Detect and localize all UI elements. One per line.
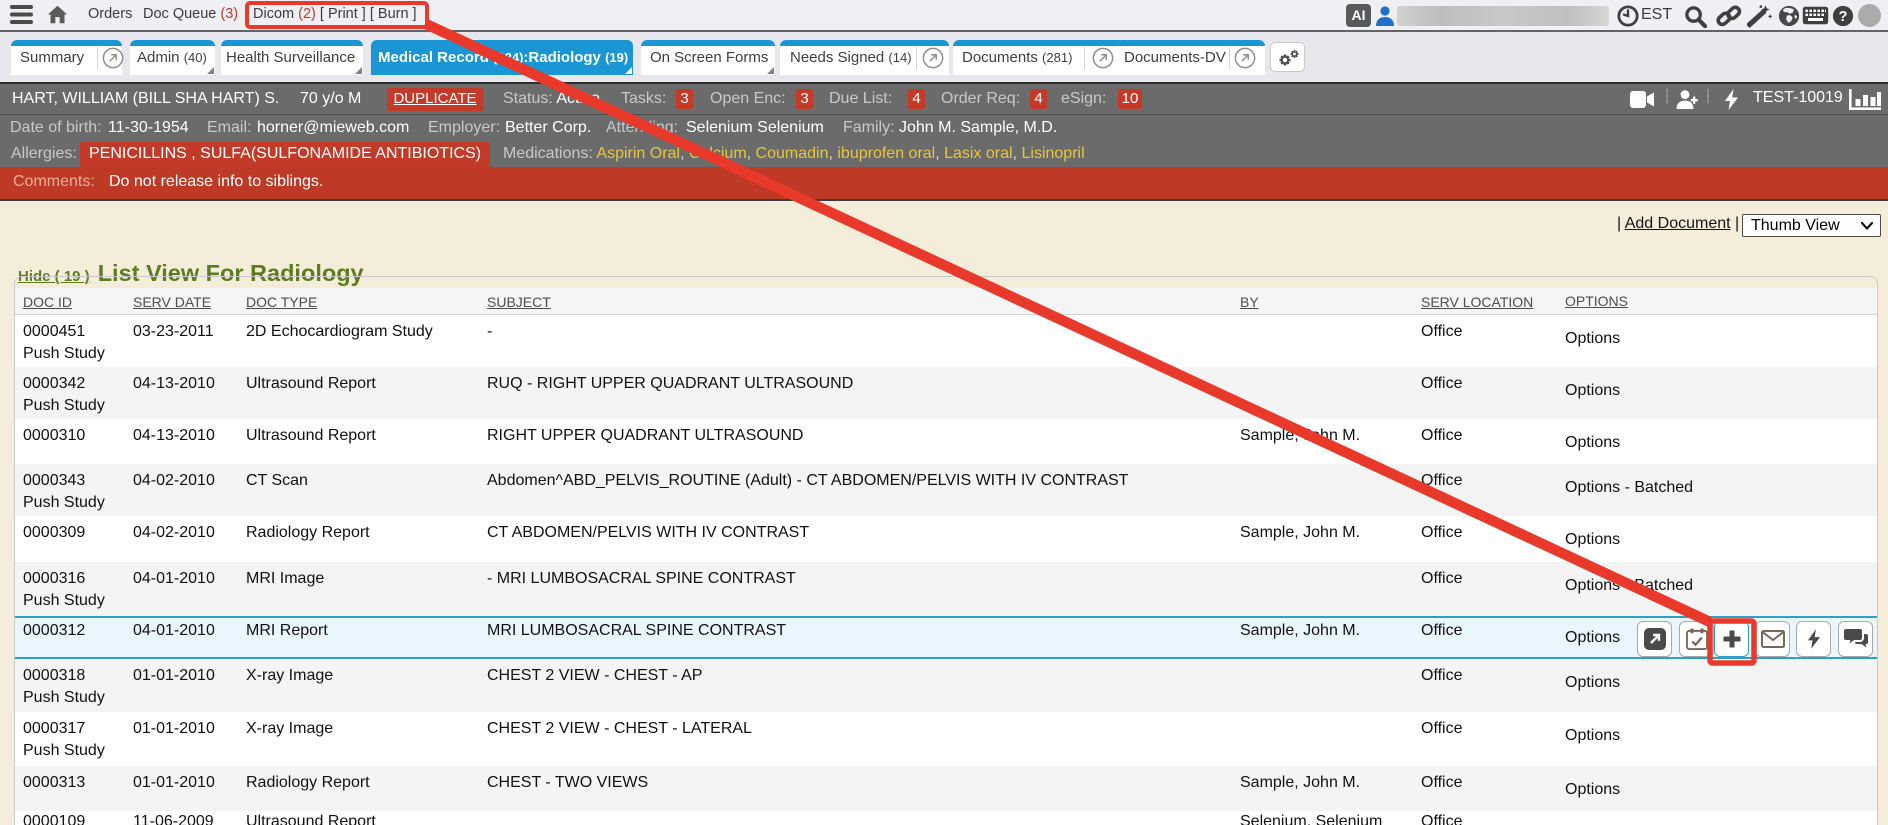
svg-text:?: ? <box>1839 9 1848 25</box>
